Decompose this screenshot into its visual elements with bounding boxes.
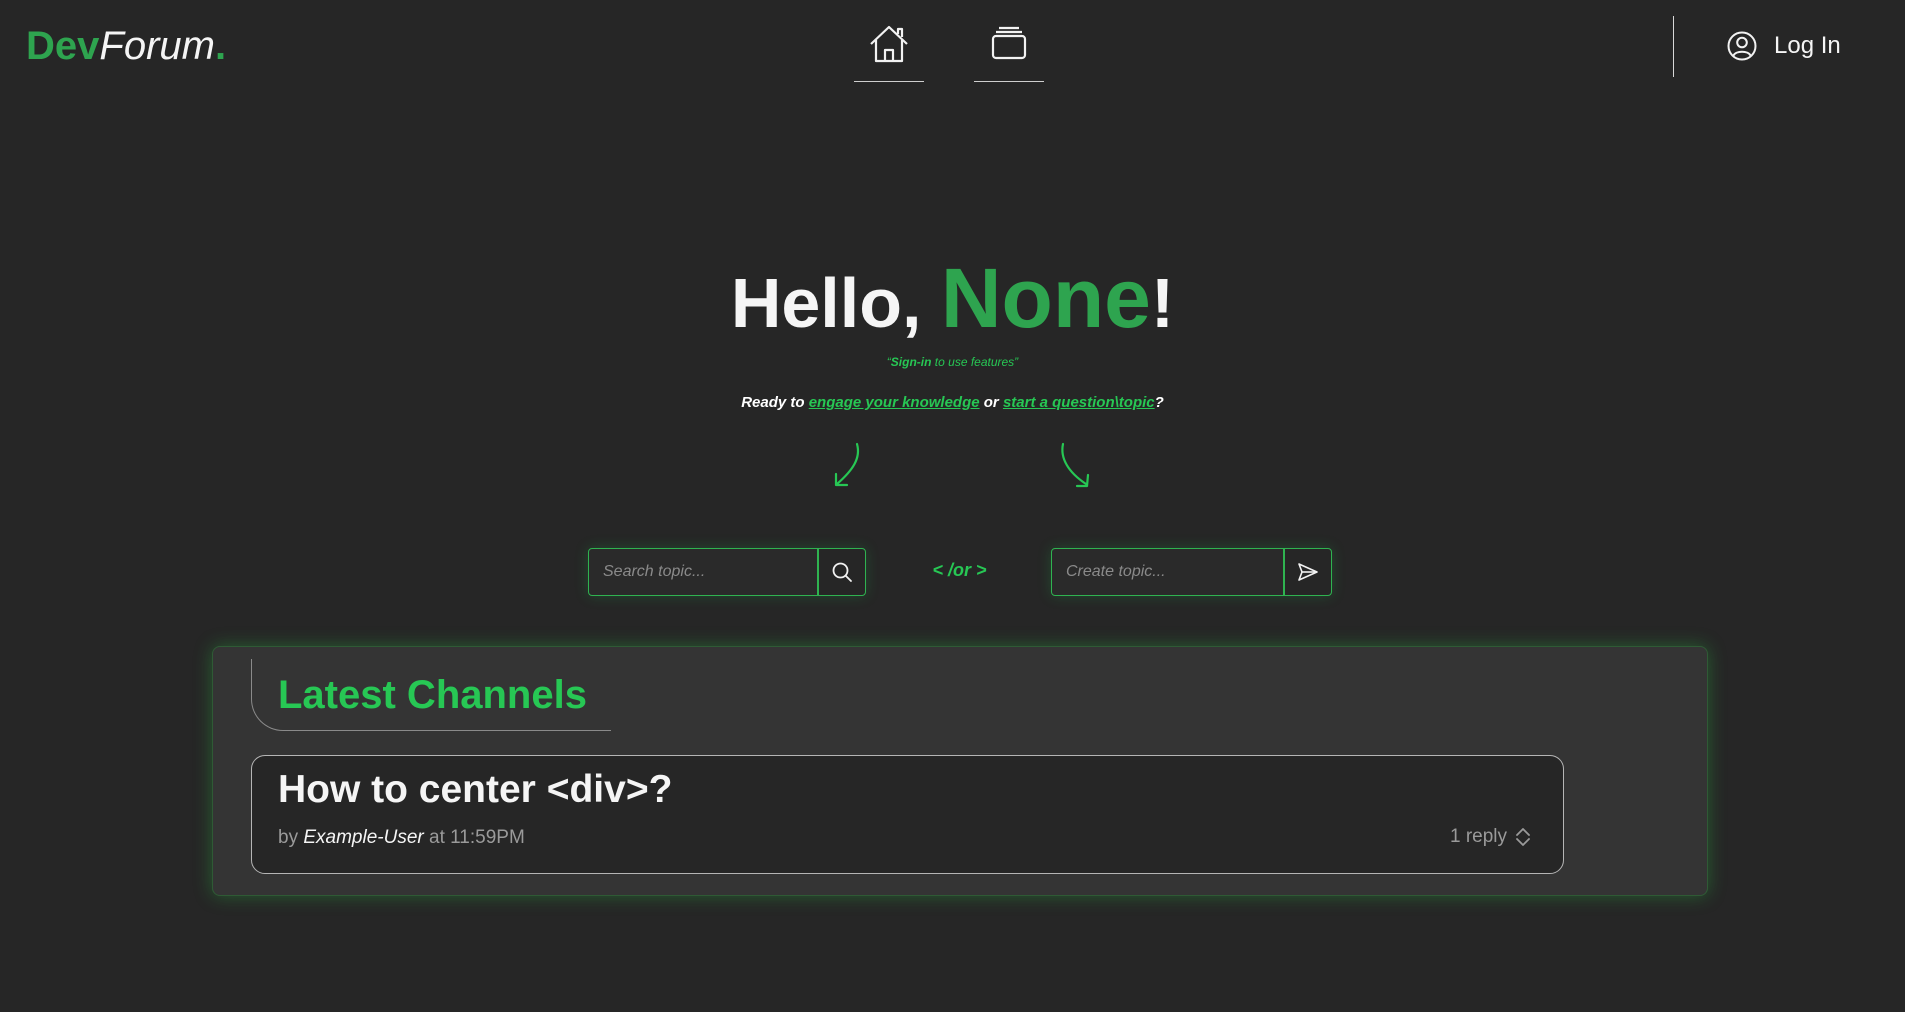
page: DevForum. Log In Hello, None! “Sign-in t… [0, 0, 1905, 1012]
ready-prompt: Ready to engage your knowledge or start … [0, 394, 1905, 411]
logo-forum: Forum [99, 24, 215, 68]
hint-signin: Sign-in [890, 355, 932, 369]
chevron-up-down-icon [1516, 828, 1530, 846]
login-button[interactable]: Log In [1726, 28, 1841, 64]
nav-tab-home[interactable] [854, 22, 924, 82]
or-separator: < /or > [932, 560, 987, 580]
hero-title: Hello, None! [0, 250, 1905, 347]
user-circle-icon [1727, 31, 1757, 61]
nav-divider [1673, 16, 1674, 77]
login-label: Log In [1774, 32, 1841, 59]
search-icon [832, 562, 852, 582]
reply-count: 1 reply [1449, 826, 1507, 847]
hero-exclaim: ! [1150, 264, 1175, 342]
channels-icon [991, 26, 1027, 60]
channel-time: at 11:59PM [423, 827, 525, 848]
start-question-link[interactable]: start a question\topic [1003, 394, 1155, 411]
search-group [588, 548, 866, 596]
create-topic-button[interactable] [1284, 548, 1332, 596]
channel-author[interactable]: Example-User [303, 827, 423, 848]
channels-heading: Latest Channels [278, 673, 587, 717]
hero-username: None [940, 251, 1151, 345]
channel-replies[interactable]: 1 reply [1450, 824, 1533, 850]
curved-arrow-right-icon [1061, 442, 1090, 488]
search-button[interactable] [818, 548, 866, 596]
channel-title[interactable]: How to center <div>? [278, 768, 672, 812]
nav-tab-channels[interactable] [974, 22, 1044, 82]
ready-or: or [979, 394, 1003, 411]
hint-rest: to use features” [931, 355, 1019, 369]
send-icon [1298, 563, 1318, 581]
create-group [1051, 548, 1332, 596]
logo-dot: . [214, 24, 227, 68]
hero-greeting: Hello, [730, 264, 941, 342]
engage-knowledge-link[interactable]: engage your knowledge [809, 394, 980, 411]
channel-by: by [278, 827, 304, 848]
signin-hint: “Sign-in to use features” [0, 355, 1905, 369]
latest-channels-panel: Latest Channels How to center <div>? by … [212, 646, 1708, 896]
logo-dev: Dev [26, 24, 100, 68]
search-input[interactable] [588, 548, 818, 596]
create-topic-input[interactable] [1051, 548, 1284, 596]
home-icon [870, 25, 908, 63]
ready-prefix: Ready to [741, 394, 809, 411]
ready-suffix: ? [1154, 394, 1164, 411]
channel-card[interactable]: How to center <div>? by Example-User at … [251, 755, 1564, 874]
channel-meta: by Example-User at 11:59PM [278, 827, 525, 849]
curved-arrow-left-icon [834, 442, 860, 487]
logo[interactable]: DevForum. [26, 24, 226, 68]
channels-heading-frame: Latest Channels [251, 659, 611, 731]
